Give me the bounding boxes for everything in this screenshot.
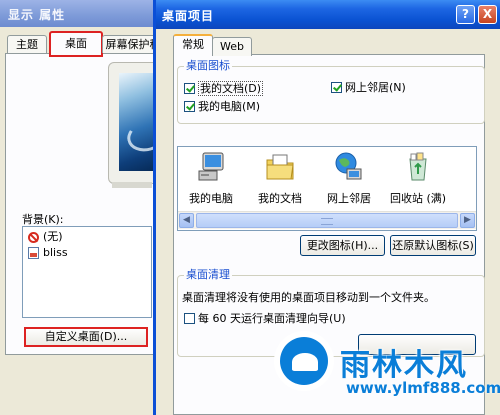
dialog-titlebar[interactable]: 桌面项目 ? X — [156, 0, 500, 29]
checkbox-box — [184, 313, 195, 324]
watermark-text: 雨林木风 — [340, 348, 468, 383]
watermark-logo — [274, 331, 334, 391]
display-properties-title: 显示 属性 — [8, 8, 66, 22]
icon-item-label: 我的文档 — [258, 192, 302, 205]
change-icon-button[interactable]: 更改图标(H)... — [300, 235, 385, 256]
icon-item-my-documents[interactable]: 我的文档 — [247, 151, 313, 206]
icon-preview-list[interactable]: 我的电脑 我的文档 网上邻居 回收站 (满) 回收 — [177, 146, 477, 231]
icon-item-label: 我的电脑 — [189, 192, 233, 205]
icon-item-label: 回收 — [454, 190, 476, 206]
display-properties-window: 显示 属性 主题 桌面 屏幕保护程 背景(K): (无) bliss 自定义桌面… — [0, 0, 170, 415]
image-file-icon — [28, 247, 39, 259]
scrollbar-thumb[interactable] — [196, 213, 458, 228]
icon-item-recycle-bin-full[interactable]: 回收站 (满) — [385, 151, 451, 206]
close-button[interactable]: X — [478, 5, 497, 24]
icon-item-network-places[interactable]: 网上邻居 — [316, 151, 382, 206]
icon-item-label: 回收站 (满) — [389, 192, 447, 205]
my-computer-checkbox-label: 我的电脑(M) — [198, 100, 261, 113]
icon-item-label: 网上邻居 — [327, 192, 371, 205]
list-item-label: (无) — [43, 230, 63, 243]
cleanup-wizard-checkbox[interactable]: 每 60 天运行桌面清理向导(U) — [184, 312, 346, 325]
monitor-stand — [112, 182, 152, 188]
my-documents-checkbox-label: 我的文档(D) — [198, 81, 264, 96]
checkmark-icon — [184, 83, 195, 94]
tab-desktop[interactable]: 桌面 — [49, 31, 103, 57]
list-item-bliss[interactable]: bliss — [28, 246, 68, 260]
cleanup-description: 桌面清理将没有使用的桌面项目移动到一个文件夹。 — [182, 291, 435, 304]
scroll-left-arrow-icon[interactable]: ◀ — [179, 213, 194, 228]
checkmark-icon — [184, 101, 195, 112]
scroll-right-arrow-icon[interactable]: ▶ — [460, 213, 475, 228]
none-icon — [28, 231, 39, 243]
list-item-label: bliss — [43, 246, 68, 259]
tab-themes[interactable]: 主题 — [7, 35, 47, 53]
recycle-bin-icon — [471, 151, 477, 183]
my-computer-icon — [198, 152, 224, 181]
restore-default-button[interactable]: 还原默认图标(S) — [390, 235, 476, 256]
network-places-icon — [335, 152, 362, 180]
desktop-icons-group-label: 桌面图标 — [184, 59, 232, 73]
my-documents-icon — [266, 154, 294, 180]
help-button[interactable]: ? — [456, 5, 475, 24]
tab-web[interactable]: Web — [212, 37, 252, 56]
display-properties-titlebar[interactable]: 显示 属性 — [0, 0, 170, 27]
checkmark-icon — [331, 82, 342, 93]
cleanup-wizard-checkbox-label: 每 60 天运行桌面清理向导(U) — [198, 312, 346, 325]
network-places-checkbox[interactable]: 网上邻居(N) — [331, 81, 406, 94]
background-label: 背景(K): — [22, 213, 64, 226]
list-item-none[interactable]: (无) — [28, 230, 63, 244]
recycle-bin-full-icon — [409, 152, 427, 181]
tab-general[interactable]: 常规 — [173, 34, 213, 56]
background-list[interactable]: (无) bliss — [22, 226, 152, 318]
icon-item-recycle-bin[interactable]: 回收 — [454, 151, 477, 206]
desktop-cleanup-group-label: 桌面清理 — [184, 268, 232, 282]
network-places-checkbox-label: 网上邻居(N) — [345, 81, 406, 94]
my-documents-checkbox[interactable]: 我的文档(D) — [184, 81, 264, 96]
watermark-url: www.ylmf888.com — [346, 379, 500, 397]
my-computer-checkbox[interactable]: 我的电脑(M) — [184, 100, 260, 113]
horizontal-scrollbar[interactable]: ◀ ▶ — [178, 211, 476, 229]
customize-desktop-button[interactable]: 自定义桌面(D)... — [24, 327, 148, 347]
icon-item-my-computer[interactable]: 我的电脑 — [178, 151, 244, 206]
dialog-title: 桌面项目 — [162, 9, 215, 23]
